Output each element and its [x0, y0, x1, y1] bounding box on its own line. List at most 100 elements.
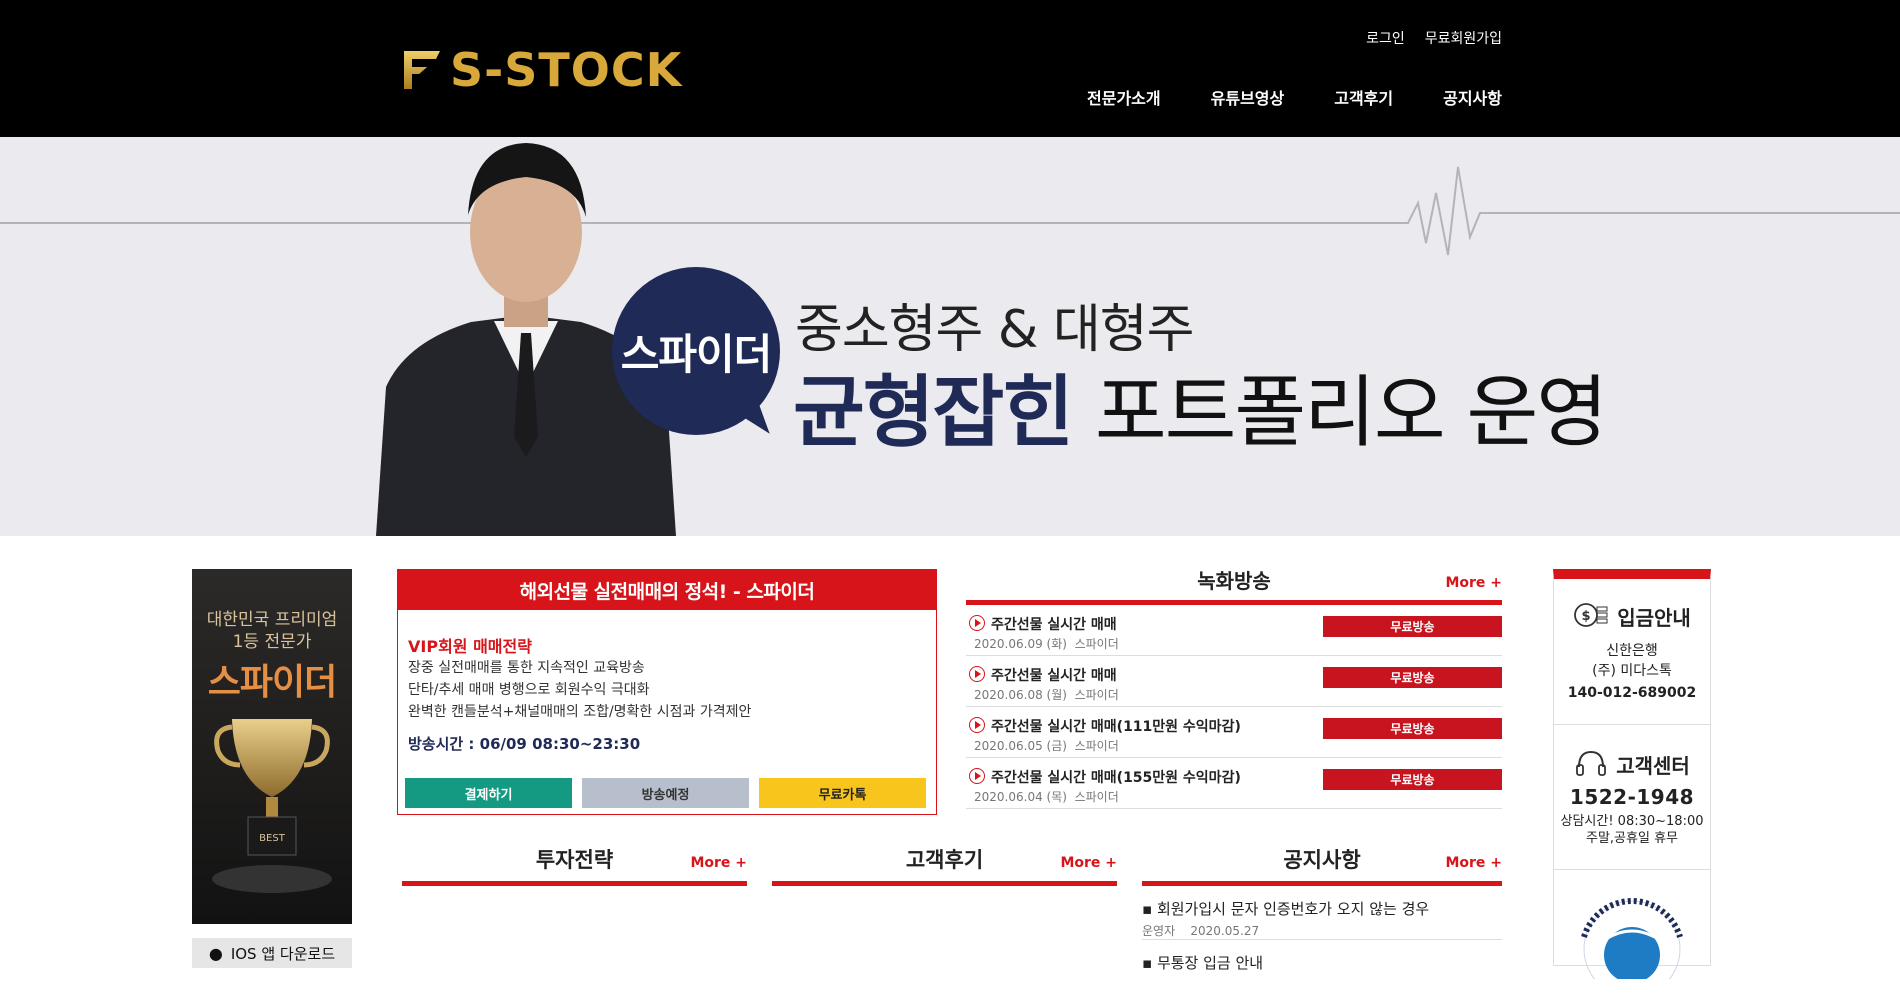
- vip-desc-1: 장중 실전매매를 통한 지속적인 교육방송: [408, 660, 645, 676]
- deposit-holder: (주) 미다스톡: [1592, 663, 1672, 679]
- trophy-icon: BEST: [212, 719, 332, 893]
- money-icon: $: [1574, 603, 1608, 627]
- signup-link[interactable]: 무료회원가입: [1425, 28, 1502, 48]
- hero-headline-2: 균형잡힌 포트폴리오 운영: [793, 350, 1608, 462]
- notice-more-link[interactable]: More +: [1445, 855, 1502, 871]
- play-icon: [969, 615, 985, 631]
- login-link[interactable]: 로그인: [1366, 28, 1405, 48]
- section-divider: [1554, 869, 1710, 870]
- recorded-item-title[interactable]: 주간선물 실시간 매매: [991, 614, 1117, 634]
- deposit-title: 입금안내: [1617, 605, 1691, 630]
- apple-icon: ●: [208, 943, 223, 963]
- customer-center-section: 고객센터 1522-1948 상담시간! 08:30~18:00 주말,공휴일 …: [1554, 749, 1710, 847]
- logo-text: S-STOCK: [450, 43, 683, 97]
- broadcast-time: 방송시간 : 06/09 08:30~23:30: [408, 735, 641, 753]
- play-icon: [969, 666, 985, 682]
- list-item[interactable]: 주간선물 실시간 매매 2020.06.09 (화) 스파이더 무료방송: [966, 605, 1502, 656]
- reviews-more-link[interactable]: More +: [1060, 855, 1117, 871]
- financial-supervisory-seal-icon: [1581, 898, 1683, 979]
- recorded-item-title[interactable]: 주간선물 실시간 매매: [991, 665, 1117, 685]
- item-date: 2020.06.05 (금): [974, 739, 1067, 753]
- notice-date: 2020.05.27: [1190, 924, 1260, 938]
- recorded-item-title[interactable]: 주간선물 실시간 매매(111만원 수익마감): [991, 716, 1241, 736]
- svg-text:$: $: [1582, 609, 1591, 624]
- center-title: 고객센터: [1616, 753, 1690, 778]
- item-author: 스파이더: [1074, 790, 1119, 804]
- ios-app-download-button[interactable]: ● IOS 앱 다운로드: [192, 938, 352, 968]
- strategy-board: 투자전략 More +: [402, 845, 747, 886]
- free-broadcast-badge[interactable]: 무료방송: [1323, 616, 1502, 637]
- list-item[interactable]: 주간선물 실시간 매매 2020.06.08 (월) 스파이더 무료방송: [966, 656, 1502, 707]
- banner-sub-2: 1등 전문가: [232, 632, 312, 652]
- banner-sub-1: 대한민국 프리미엄: [206, 610, 338, 630]
- recorded-item-meta: 2020.06.09 (화) 스파이더: [974, 635, 1119, 652]
- hero-emphasis: 균형잡힌: [793, 368, 1074, 458]
- free-broadcast-badge[interactable]: 무료방송: [1323, 718, 1502, 739]
- nav-item-reviews[interactable]: 고객후기: [1334, 85, 1393, 109]
- deposit-bank: 신한은행: [1606, 643, 1658, 659]
- item-author: 스파이더: [1074, 637, 1119, 651]
- ios-download-label: IOS 앱 다운로드: [230, 944, 336, 963]
- list-item[interactable]: 주간선물 실시간 매매(155만원 수익마감) 2020.06.04 (목) 스…: [966, 758, 1502, 809]
- main-nav: 전문가소개 유튜브영상 고객후기 공지사항: [1087, 85, 1502, 109]
- expert-side-banner[interactable]: 대한민국 프리미엄 1등 전문가 스파이더 BEST: [192, 569, 352, 924]
- item-author: 스파이더: [1074, 739, 1119, 753]
- free-broadcast-badge[interactable]: 무료방송: [1323, 769, 1502, 790]
- banner-subtitle: 대한민국 프리미엄 1등 전문가: [192, 609, 352, 653]
- notice-title-text: 회원가입시 문자 인증번호가 오지 않는 경우: [1156, 900, 1430, 918]
- notice-author: 운영자: [1142, 924, 1176, 938]
- utility-links: 로그인 무료회원가입: [1366, 28, 1502, 48]
- reviews-board: 고객후기 More +: [772, 845, 1117, 886]
- item-date: 2020.06.08 (월): [974, 688, 1067, 702]
- banner-expert-name: 스파이더: [207, 662, 337, 703]
- side-info-panel: $ 입금안내 신한은행 (주) 미다스톡 140-012-689002 고객센터…: [1553, 569, 1711, 979]
- center-phone: 1522-1948: [1569, 785, 1695, 809]
- trophy-label: BEST: [259, 833, 286, 844]
- notice-item-title[interactable]: ▪ 회원가입시 문자 인증번호가 오지 않는 경우: [1142, 898, 1429, 919]
- vip-desc-3: 완벽한 캔들분석+채널매매의 조합/명확한 시점과 가격제안: [408, 704, 752, 720]
- center-holiday: 주말,공휴일 휴무: [1586, 831, 1678, 846]
- vip-title: VIP회원 매매전략: [408, 637, 532, 656]
- list-item[interactable]: 주간선물 실시간 매매(111만원 수익마감) 2020.06.05 (금) 스…: [966, 707, 1502, 758]
- item-date: 2020.06.04 (목): [974, 790, 1067, 804]
- center-hours: 상담시간! 08:30~18:00: [1560, 814, 1704, 829]
- hero-rest: 포트폴리오 운영: [1094, 368, 1608, 458]
- vip-desc-2: 단타/추세 매매 병행으로 회원수익 극대화: [408, 682, 650, 698]
- nav-item-experts[interactable]: 전문가소개: [1087, 85, 1161, 109]
- recorded-item-meta: 2020.06.08 (월) 스파이더: [974, 686, 1119, 703]
- recorded-more-link[interactable]: More +: [1445, 575, 1502, 591]
- deposit-account: 140-012-689002: [1567, 685, 1697, 701]
- item-author: 스파이더: [1074, 688, 1119, 702]
- pay-button[interactable]: 결제하기: [405, 778, 572, 808]
- nav-item-notice[interactable]: 공지사항: [1443, 85, 1502, 109]
- hero-banner[interactable]: 스파이더 중소형주 & 대형주 균형잡힌 포트폴리오 운영: [0, 137, 1900, 536]
- notice-board: 공지사항 More + ▪ 회원가입시 문자 인증번호가 오지 않는 경우 운영…: [1142, 845, 1502, 994]
- logo-mark-icon: [404, 51, 440, 89]
- recorded-item-meta: 2020.06.05 (금) 스파이더: [974, 737, 1119, 754]
- recorded-item-title[interactable]: 주간선물 실시간 매매(155만원 수익마감): [991, 767, 1241, 787]
- kakao-button[interactable]: 무료카톡: [759, 778, 926, 808]
- site-header: S-STOCK 로그인 무료회원가입 전문가소개 유튜브영상 고객후기 공지사항: [0, 0, 1900, 137]
- title-divider: [772, 881, 1117, 886]
- section-divider: [1554, 724, 1710, 725]
- vip-header: 해외선물 실전매매의 정석! - 스파이더: [398, 570, 936, 610]
- list-item[interactable]: ▪ 회원가입시 문자 인증번호가 오지 않는 경우 운영자 2020.05.27: [1142, 886, 1502, 940]
- strategy-more-link[interactable]: More +: [690, 855, 747, 871]
- list-item[interactable]: ▪ 무통장 입금 안내: [1142, 940, 1502, 994]
- vip-buttons: 결제하기 방송예정 무료카톡: [405, 778, 926, 808]
- free-broadcast-badge[interactable]: 무료방송: [1323, 667, 1502, 688]
- schedule-button[interactable]: 방송예정: [582, 778, 749, 808]
- recorded-title: 녹화방송: [1197, 569, 1271, 593]
- headset-icon: [1576, 750, 1607, 776]
- recorded-broadcast-panel: 녹화방송 More + 주간선물 실시간 매매 2020.06.09 (화) 스…: [966, 566, 1502, 809]
- site-logo[interactable]: S-STOCK: [400, 44, 682, 96]
- vip-strategy-box: 해외선물 실전매매의 정석! - 스파이더 VIP회원 매매전략 장중 실전매매…: [397, 569, 937, 815]
- deposit-section: $ 입금안내 신한은행 (주) 미다스톡 140-012-689002: [1554, 601, 1710, 701]
- play-icon: [969, 768, 985, 784]
- nav-item-youtube[interactable]: 유튜브영상: [1211, 85, 1285, 109]
- recorded-item-meta: 2020.06.04 (목) 스파이더: [974, 788, 1119, 805]
- play-icon: [969, 717, 985, 733]
- item-date: 2020.06.09 (화): [974, 637, 1067, 651]
- notice-title-text: 무통장 입금 안내: [1156, 954, 1264, 972]
- notice-item-title[interactable]: ▪ 무통장 입금 안내: [1142, 952, 1263, 973]
